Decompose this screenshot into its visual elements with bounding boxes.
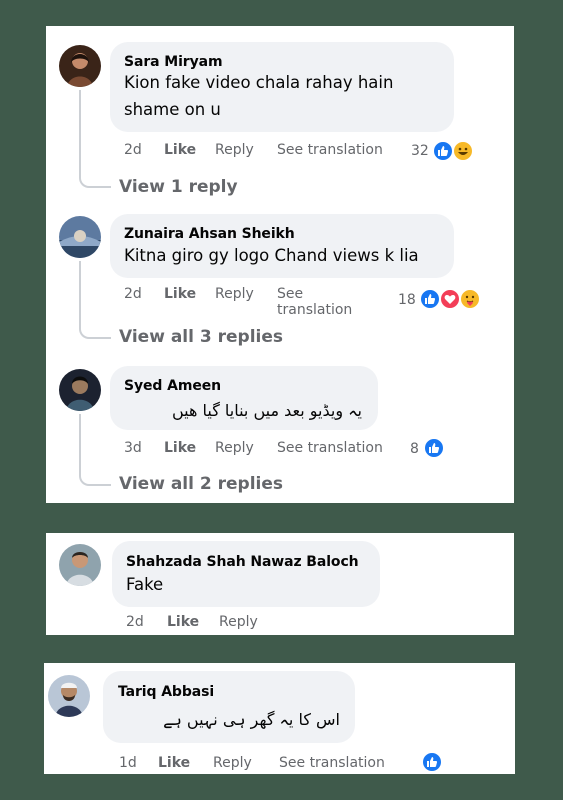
comment-time[interactable]: 2d <box>126 614 144 630</box>
like-reaction-icon <box>423 437 445 459</box>
comment-author[interactable]: Zunaira Ahsan Sheikh <box>124 226 295 242</box>
thread-line <box>79 90 81 174</box>
reply-button[interactable]: Reply <box>213 755 252 771</box>
comments-panel: Sara Miryam Kion fake video chala rahay … <box>46 26 514 503</box>
view-replies-link[interactable]: View all 3 replies <box>119 327 283 347</box>
avatar-image <box>59 45 101 87</box>
comment-author[interactable]: Tariq Abbasi <box>118 684 214 700</box>
comment-author[interactable]: Sara Miryam <box>124 54 223 70</box>
comment-text: یہ ویڈیو بعد میں بنایا گیا ھیں <box>171 401 362 420</box>
comment-text: Kion fake video chala rahay hain <box>124 73 394 92</box>
see-translation-link[interactable]: See <box>277 287 303 302</box>
view-replies-link[interactable]: View all 2 replies <box>119 474 283 494</box>
comment-time[interactable]: 2d <box>124 286 142 302</box>
avatar[interactable] <box>59 45 101 87</box>
avatar-image <box>48 675 90 717</box>
reply-button[interactable]: Reply <box>215 440 254 456</box>
comment-time[interactable]: 1d <box>119 755 137 771</box>
avatar-image <box>59 216 101 258</box>
like-reaction-icon <box>419 288 441 310</box>
avatar[interactable] <box>59 369 101 411</box>
avatar[interactable] <box>48 675 90 717</box>
thread-connector <box>79 174 111 188</box>
comment-text: Kitna giro gy logo Chand views k lia <box>124 246 419 265</box>
avatar[interactable] <box>59 544 101 586</box>
see-translation-link[interactable]: translation <box>277 303 352 318</box>
avatar[interactable] <box>59 216 101 258</box>
comment-author[interactable]: Shahzada Shah Nawaz Baloch <box>126 554 359 570</box>
comment-time[interactable]: 2d <box>124 142 142 158</box>
comment-text: اس کا یہ گھر ہی نہیں ہے <box>163 710 340 729</box>
comment-card: Tariq Abbasi اس کا یہ گھر ہی نہیں ہے 1d … <box>44 663 515 774</box>
see-translation-link[interactable]: See translation <box>279 755 385 771</box>
avatar-image <box>59 369 101 411</box>
like-reaction-icon <box>421 751 443 773</box>
comment-text: shame on u <box>124 100 221 119</box>
comment-author[interactable]: Syed Ameen <box>124 378 221 394</box>
like-button[interactable]: Like <box>164 142 196 158</box>
reaction-count[interactable]: 32 <box>411 143 429 159</box>
care-reaction-icon <box>459 288 481 310</box>
like-button[interactable]: Like <box>167 614 199 630</box>
reaction-count[interactable]: 8 <box>410 441 419 457</box>
thread-connector <box>79 325 111 339</box>
thread-connector <box>79 472 111 486</box>
haha-reaction-icon <box>452 140 474 162</box>
view-replies-link[interactable]: View 1 reply <box>119 177 238 197</box>
comment-time[interactable]: 3d <box>124 440 142 456</box>
like-reaction-icon <box>432 140 454 162</box>
avatar-image <box>59 544 101 586</box>
reply-button[interactable]: Reply <box>215 142 254 158</box>
see-translation-link[interactable]: See translation <box>277 440 383 456</box>
see-translation-link[interactable]: See translation <box>277 142 383 158</box>
thread-line <box>79 261 81 325</box>
reaction-count[interactable]: 18 <box>398 292 416 308</box>
comment-card: Shahzada Shah Nawaz Baloch Fake 2d Like … <box>46 533 514 635</box>
reply-button[interactable]: Reply <box>219 614 258 630</box>
love-reaction-icon <box>439 288 461 310</box>
like-button[interactable]: Like <box>158 755 190 771</box>
reply-button[interactable]: Reply <box>215 286 254 302</box>
like-button[interactable]: Like <box>164 286 196 302</box>
comment-text: Fake <box>126 575 164 594</box>
thread-line <box>79 414 81 472</box>
like-button[interactable]: Like <box>164 440 196 456</box>
